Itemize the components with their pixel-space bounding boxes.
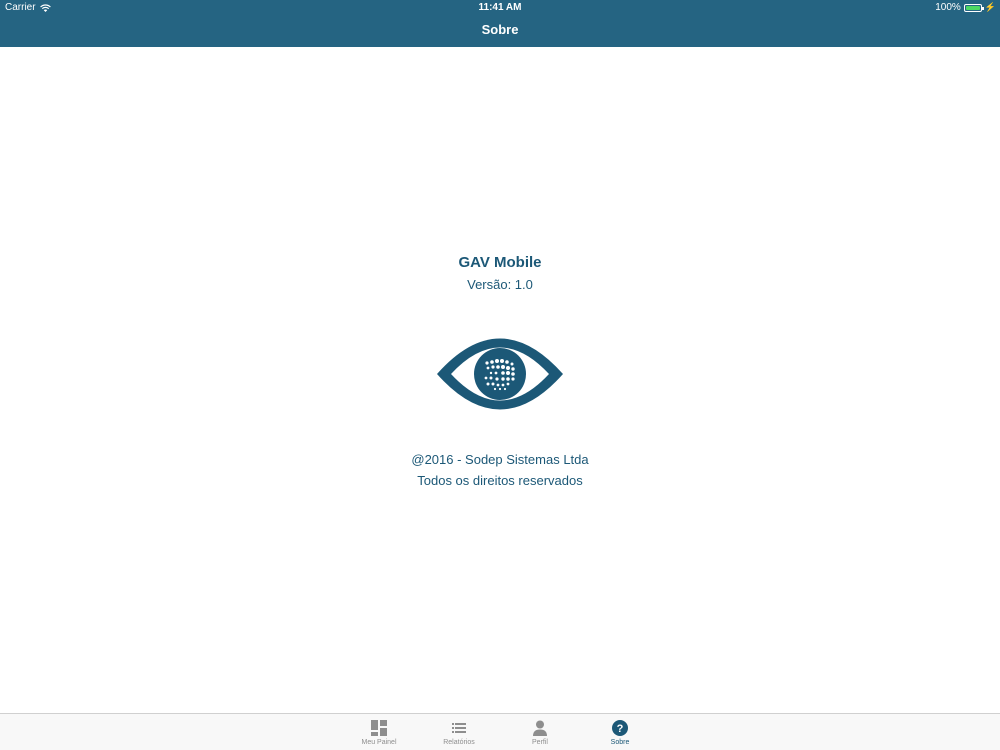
tab-meu-painel[interactable]: Meu Painel (339, 714, 419, 750)
eye-logo-icon (437, 338, 563, 410)
status-time: 11:41 AM (478, 2, 522, 13)
copyright-text: @2016 - Sodep Sistemas Ltda (411, 452, 589, 467)
status-bar: Carrier 11:41 AM 100% ⚡ (0, 0, 1000, 16)
tab-sobre[interactable]: ? Sobre (580, 714, 660, 750)
tab-bar: Meu Painel Relatórios Perfil ? Sobre (0, 713, 1000, 750)
tab-label: Relatórios (443, 739, 475, 746)
about-content: GAV Mobile Versão: 1.0 @2016 - Sodep Sis… (0, 47, 1000, 713)
app-name: GAV Mobile (458, 254, 542, 271)
tab-label: Sobre (610, 739, 630, 746)
dashboard-icon (371, 720, 387, 736)
tab-perfil[interactable]: Perfil (500, 714, 580, 750)
tab-relatorios[interactable]: Relatórios (419, 714, 499, 750)
page-title: Sobre (481, 22, 519, 37)
navigation-bar: Carrier 11:41 AM 100% ⚡ Sobre (0, 0, 1000, 47)
app-version: Versão: 1.0 (467, 277, 533, 292)
battery-percent: 100% (935, 2, 961, 13)
charging-icon: ⚡ (984, 2, 996, 12)
tab-label: Meu Painel (361, 739, 397, 746)
list-icon (452, 723, 466, 733)
battery-icon (963, 3, 984, 12)
svg-text:?: ? (617, 723, 624, 735)
tab-label: Perfil (532, 739, 548, 746)
question-icon: ? (612, 720, 628, 736)
person-icon (533, 720, 547, 736)
rights-text: Todos os direitos reservados (417, 473, 583, 488)
